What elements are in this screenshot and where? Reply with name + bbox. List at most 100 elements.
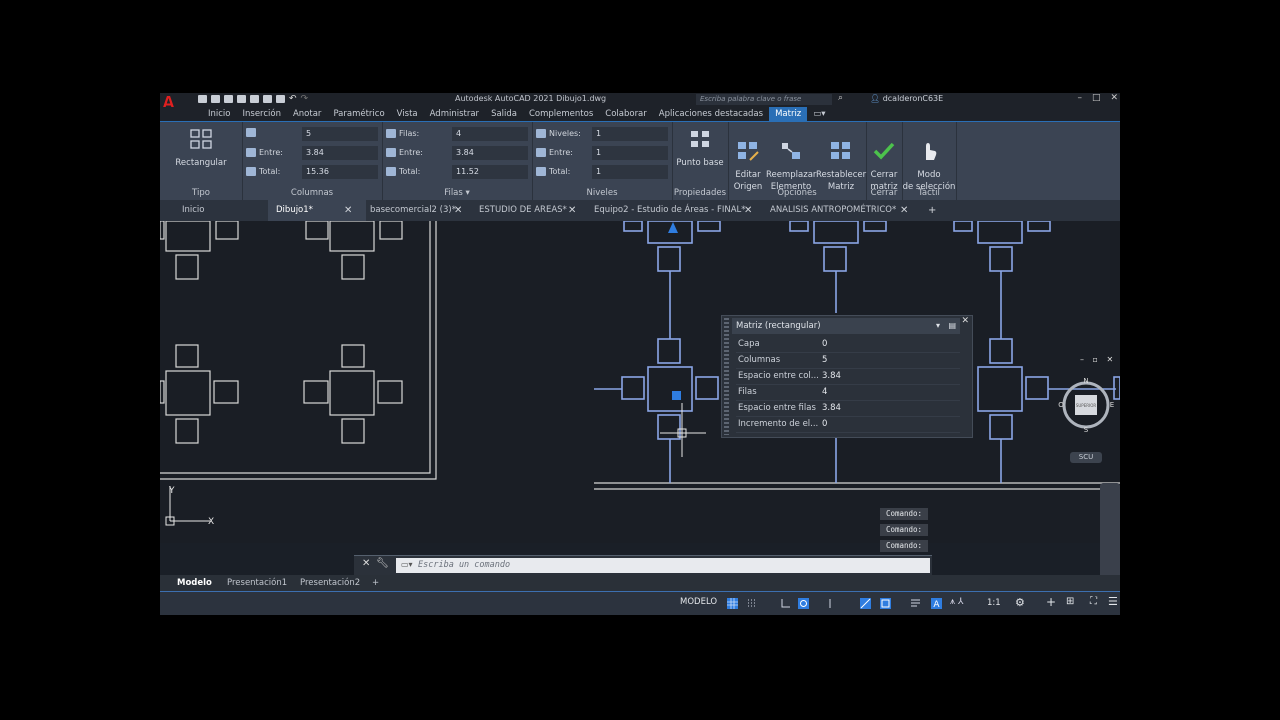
new-tab-icon[interactable]: + xyxy=(928,200,936,221)
levels-between-row: Entre: xyxy=(536,148,573,157)
tab-administrar[interactable]: Administrar xyxy=(424,107,485,121)
palette-header[interactable]: Matriz (rectangular) ▾ ▤ xyxy=(732,318,960,334)
drawing-canvas[interactable]: Y X – ▫ ✕ SUPERIOR N S E O SCU xyxy=(160,221,1120,615)
tab-matriz[interactable]: Matriz xyxy=(769,107,808,121)
panel-label-tipo: Tipo xyxy=(192,188,210,198)
prop-row-capa[interactable]: Capa 0 xyxy=(736,336,960,353)
customization-menu-icon[interactable]: ☰ xyxy=(1108,595,1118,608)
save-as-icon[interactable] xyxy=(237,95,246,103)
punto-base-label: Punto base xyxy=(676,158,724,168)
rectangular-button[interactable]: Rectangular xyxy=(170,128,232,169)
columns-count-field[interactable]: 5 xyxy=(302,127,378,141)
close-icon[interactable]: ✕ xyxy=(1110,93,1118,103)
snap-icon[interactable] xyxy=(747,598,758,609)
annotation-visibility-icon[interactable]: A xyxy=(931,598,942,609)
viewcube[interactable]: SUPERIOR N S E O xyxy=(1058,377,1114,433)
prop-row-columnas[interactable]: Columnas 5 xyxy=(736,352,960,369)
tab-modelo[interactable]: Modelo xyxy=(177,575,212,591)
command-prompt-icon[interactable]: ▭▾ xyxy=(401,560,413,569)
web-save-icon[interactable] xyxy=(250,95,259,103)
fullscreen-icon[interactable]: ⛶ xyxy=(1090,596,1097,607)
grid-icon[interactable] xyxy=(727,598,738,609)
prop-row-espacio-columnas[interactable]: Espacio entre col... 3.84 xyxy=(736,368,960,385)
command-input[interactable]: Escriba un comando xyxy=(396,558,930,573)
prop-row-espacio-filas[interactable]: Espacio entre filas 3.84 xyxy=(736,400,960,417)
plus-icon[interactable]: + xyxy=(1046,595,1056,609)
doc-tab-equipo2[interactable]: Equipo2 - Estudio de Áreas - FINAL* xyxy=(586,200,759,221)
prop-row-filas[interactable]: Filas 4 xyxy=(736,384,960,401)
close-tab-icon[interactable]: ✕ xyxy=(344,200,352,221)
punto-base-button[interactable]: Punto base xyxy=(674,128,726,169)
rows-count-field[interactable]: 4 xyxy=(452,127,528,141)
undo-icon[interactable]: ↶ xyxy=(289,95,297,104)
palette-title: Matriz (rectangular) xyxy=(736,321,821,331)
columns-between-icon xyxy=(246,148,256,157)
palette-settings-icon[interactable]: ▤ xyxy=(948,318,956,334)
prop-row-incremento[interactable]: Incremento de el... 0 xyxy=(736,416,960,433)
print-icon[interactable] xyxy=(276,95,285,103)
plot-icon[interactable] xyxy=(263,95,272,103)
chevron-down-icon[interactable]: ▾ xyxy=(936,318,940,334)
search-icon[interactable]: ⌕ xyxy=(838,93,843,103)
layout-tabs: Modelo Presentación1 Presentación2 + xyxy=(160,575,1120,591)
levels-count-field[interactable]: 1 xyxy=(592,127,668,141)
ortho-icon[interactable] xyxy=(780,598,791,609)
tab-anotar[interactable]: Anotar xyxy=(287,107,327,121)
object-snap-tracking-icon[interactable] xyxy=(860,598,871,609)
tab-inicio[interactable]: Inicio xyxy=(202,107,237,121)
add-layout-icon[interactable]: + xyxy=(372,575,379,591)
panel-label-filas[interactable]: Filas ▾ xyxy=(382,188,532,198)
close-tab-icon[interactable]: ✕ xyxy=(744,200,752,221)
customize-wrench-icon[interactable]: 🔧︎ xyxy=(376,558,389,569)
panel-cerrar: Cerrar matriz Cerrar xyxy=(866,122,903,200)
redo-icon[interactable]: ↷ xyxy=(301,95,309,104)
tab-complementos[interactable]: Complementos xyxy=(523,107,599,121)
close-tab-icon[interactable]: ✕ xyxy=(900,200,908,221)
doc-tab-analisis-antropometrico[interactable]: ANALISIS ANTROPOMÉTRICO* xyxy=(762,200,920,221)
tab-salida[interactable]: Salida xyxy=(485,107,523,121)
compass-west: O xyxy=(1058,401,1064,409)
autoscale-icon[interactable]: ⩚ ⅄ xyxy=(950,597,963,607)
tab-parametrico[interactable]: Paramétrico xyxy=(327,107,390,121)
polar-tracking-icon[interactable] xyxy=(798,598,809,609)
object-snap-icon[interactable] xyxy=(880,598,891,609)
workspace-gear-icon[interactable]: ⚙ xyxy=(1015,596,1025,609)
search-input[interactable]: Escriba palabra clave o frase xyxy=(696,94,832,105)
ribbon-toggle-icon[interactable]: ▭▾ xyxy=(807,107,831,121)
document-tabs: Inicio Dibujo1* ✕ basecomercial2 (3)* ✕ … xyxy=(160,200,1120,221)
new-icon[interactable] xyxy=(198,95,207,103)
doc-tab-inicio[interactable]: Inicio xyxy=(174,200,272,221)
close-tab-icon[interactable]: ✕ xyxy=(568,200,576,221)
close-tab-icon[interactable]: ✕ xyxy=(454,200,462,221)
columns-between-field[interactable]: 3.84 xyxy=(302,146,378,160)
tab-colaborar[interactable]: Colaborar xyxy=(599,107,653,121)
user-account[interactable]: 👤︎ dcalderonC63E xyxy=(870,94,943,103)
panel-propiedades: Punto base Propiedades xyxy=(672,122,729,200)
tab-presentacion2[interactable]: Presentación2 xyxy=(300,575,360,591)
annotation-scale[interactable]: 1:1 xyxy=(987,598,1001,608)
rows-total-field[interactable]: 11.52 xyxy=(452,165,528,179)
tab-vista[interactable]: Vista xyxy=(391,107,424,121)
minimize-icon[interactable]: – xyxy=(1077,93,1082,103)
rows-between-field[interactable]: 3.84 xyxy=(452,146,528,160)
open-icon[interactable] xyxy=(211,95,220,103)
model-space-button[interactable]: MODELO xyxy=(680,597,717,607)
palette-grip[interactable] xyxy=(724,318,729,435)
isolate-objects-icon[interactable]: ⊞ xyxy=(1066,596,1074,607)
prop-value: 3.84 xyxy=(822,403,841,413)
tab-presentacion1[interactable]: Presentación1 xyxy=(227,575,287,591)
close-icon[interactable]: ✕ xyxy=(362,558,370,569)
lineweight-icon[interactable] xyxy=(910,598,921,609)
levels-between-field[interactable]: 1 xyxy=(592,146,668,160)
wcs-menu[interactable]: SCU xyxy=(1070,452,1102,463)
doc-tab-basecomercial2[interactable]: basecomercial2 (3)* xyxy=(362,200,468,221)
columns-total-field[interactable]: 15.36 xyxy=(302,165,378,179)
isodraft-icon[interactable] xyxy=(825,598,836,609)
save-icon[interactable] xyxy=(224,95,233,103)
close-icon[interactable]: ✕ xyxy=(961,316,969,326)
maximize-icon[interactable]: □ xyxy=(1092,93,1101,103)
viewport-window-controls[interactable]: – ▫ ✕ xyxy=(1080,355,1116,364)
levels-total-field[interactable]: 1 xyxy=(592,165,668,179)
tab-insercion[interactable]: Inserción xyxy=(237,107,287,121)
tab-aplicaciones[interactable]: Aplicaciones destacadas xyxy=(653,107,769,121)
